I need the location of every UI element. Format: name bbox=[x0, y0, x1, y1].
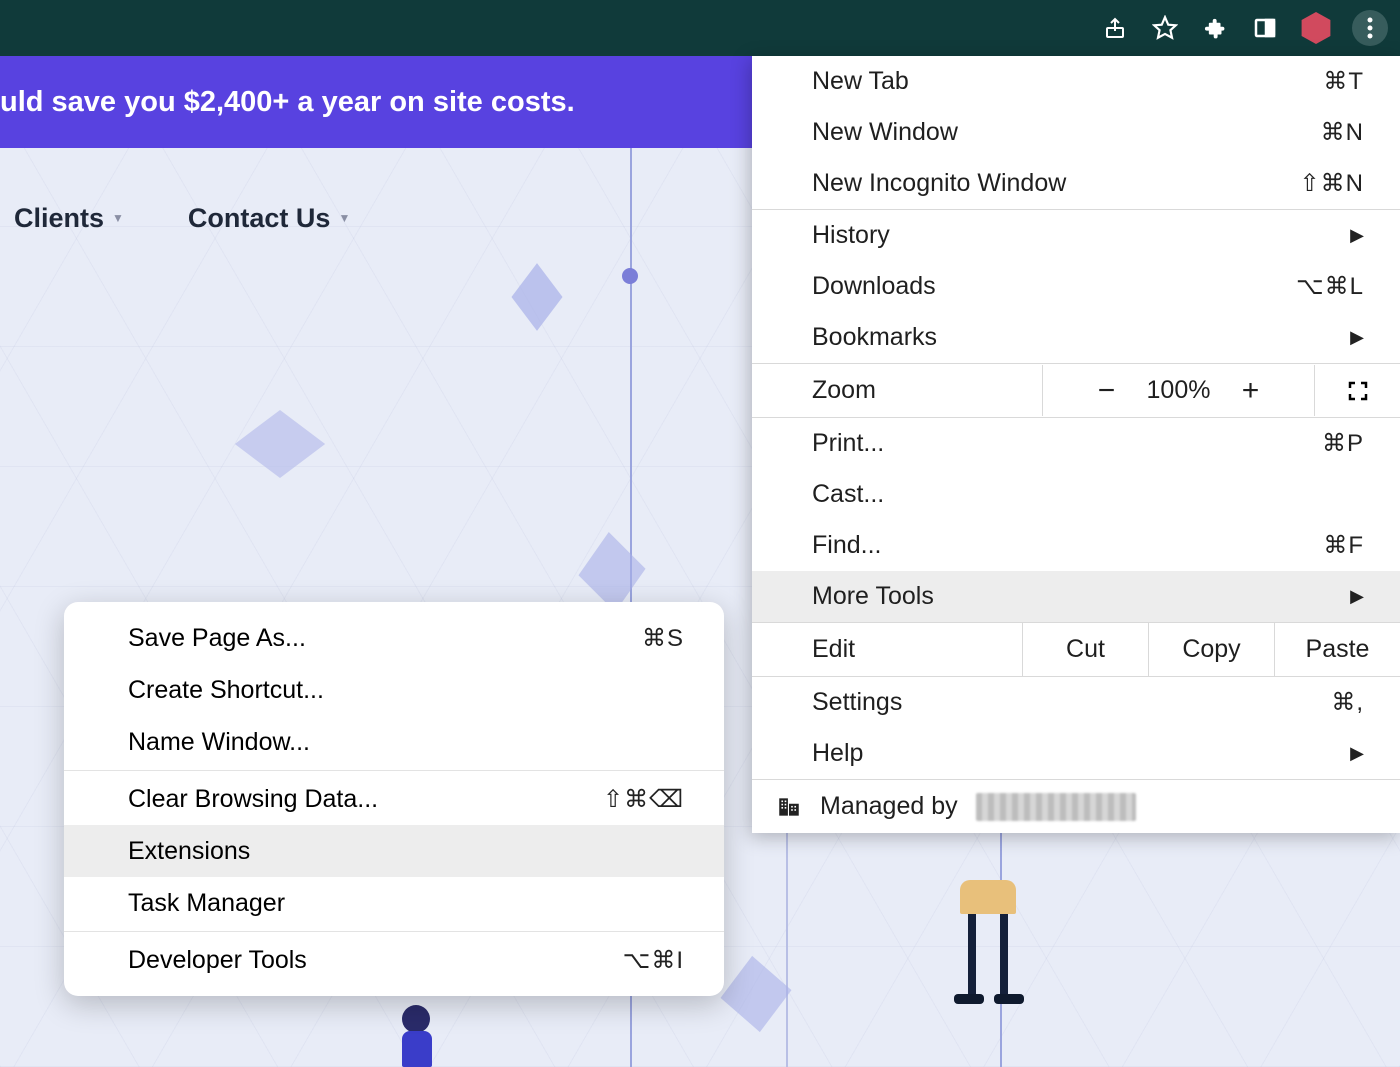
shortcut-label: ⌘, bbox=[1331, 688, 1364, 717]
chevron-right-icon: ▶ bbox=[1350, 225, 1364, 246]
managed-by-row[interactable]: Managed by bbox=[752, 780, 1400, 833]
menu-label: Clear Browsing Data... bbox=[128, 785, 378, 814]
nav-contact-label: Contact Us bbox=[188, 203, 331, 234]
edit-cut-button[interactable]: Cut bbox=[1022, 623, 1148, 676]
menu-cast[interactable]: Cast... bbox=[752, 469, 1400, 520]
shortcut-label: ⌘T bbox=[1323, 67, 1364, 96]
menu-new-tab[interactable]: New Tab ⌘T bbox=[752, 56, 1400, 107]
menu-label: Save Page As... bbox=[128, 624, 306, 653]
building-icon bbox=[776, 794, 802, 820]
shortcut-label: ⌥⌘I bbox=[623, 946, 684, 975]
menu-new-window[interactable]: New Window ⌘N bbox=[752, 107, 1400, 158]
shortcut-label: ⌥⌘L bbox=[1296, 272, 1364, 301]
edit-copy-button[interactable]: Copy bbox=[1148, 623, 1274, 676]
chevron-down-icon: ▼ bbox=[112, 211, 124, 225]
menu-label: Downloads bbox=[812, 272, 936, 301]
profile-avatar[interactable] bbox=[1300, 12, 1332, 44]
menu-history[interactable]: History ▶ bbox=[752, 210, 1400, 261]
submenu-save-page[interactable]: Save Page As... ⌘S bbox=[64, 612, 724, 664]
menu-label: Task Manager bbox=[128, 889, 285, 918]
menu-label: Help bbox=[812, 739, 863, 768]
menu-label: More Tools bbox=[812, 582, 934, 611]
submenu-task-manager[interactable]: Task Manager bbox=[64, 877, 724, 929]
chevron-right-icon: ▶ bbox=[1350, 743, 1364, 764]
extensions-puzzle-icon[interactable] bbox=[1200, 13, 1230, 43]
fullscreen-button[interactable] bbox=[1314, 365, 1400, 416]
chrome-main-menu: New Tab ⌘T New Window ⌘N New Incognito W… bbox=[752, 56, 1400, 833]
nav-clients[interactable]: Clients ▼ bbox=[14, 203, 124, 234]
menu-label: Developer Tools bbox=[128, 946, 307, 975]
promo-text: uld save you $2,400+ a year on site cost… bbox=[0, 86, 575, 119]
menu-edit-row: Edit Cut Copy Paste bbox=[752, 622, 1400, 677]
menu-print[interactable]: Print... ⌘P bbox=[752, 418, 1400, 469]
edit-label: Edit bbox=[752, 623, 1022, 676]
menu-new-incognito[interactable]: New Incognito Window ⇧⌘N bbox=[752, 158, 1400, 209]
menu-label: New Window bbox=[812, 118, 958, 147]
zoom-out-button[interactable]: − bbox=[1087, 374, 1127, 408]
share-icon[interactable] bbox=[1100, 13, 1130, 43]
shortcut-label: ⌘N bbox=[1321, 118, 1364, 147]
menu-zoom-row: Zoom − 100% + bbox=[752, 363, 1400, 418]
chevron-right-icon: ▶ bbox=[1350, 327, 1364, 348]
menu-settings[interactable]: Settings ⌘, bbox=[752, 677, 1400, 728]
bookmark-star-icon[interactable] bbox=[1150, 13, 1180, 43]
shortcut-label: ⇧⌘N bbox=[1300, 169, 1364, 198]
shortcut-label: ⇧⌘⌫ bbox=[603, 785, 684, 814]
menu-label: Extensions bbox=[128, 837, 250, 866]
illustration-person bbox=[402, 1005, 432, 1067]
menu-label: Print... bbox=[812, 429, 884, 458]
chevron-right-icon: ▶ bbox=[1350, 586, 1364, 607]
menu-label: Bookmarks bbox=[812, 323, 937, 352]
menu-label: Create Shortcut... bbox=[128, 676, 324, 705]
shortcut-label: ⌘S bbox=[642, 624, 684, 653]
submenu-developer-tools[interactable]: Developer Tools ⌥⌘I bbox=[64, 934, 724, 986]
menu-help[interactable]: Help ▶ bbox=[752, 728, 1400, 779]
more-tools-submenu: Save Page As... ⌘S Create Shortcut... Na… bbox=[64, 602, 724, 996]
submenu-create-shortcut[interactable]: Create Shortcut... bbox=[64, 664, 724, 716]
zoom-label: Zoom bbox=[752, 364, 1042, 417]
side-panel-icon[interactable] bbox=[1250, 13, 1280, 43]
zoom-in-button[interactable]: + bbox=[1230, 374, 1270, 408]
menu-bookmarks[interactable]: Bookmarks ▶ bbox=[752, 312, 1400, 363]
shortcut-label: ⌘P bbox=[1322, 429, 1364, 458]
managed-prefix: Managed by bbox=[820, 792, 958, 821]
submenu-clear-browsing-data[interactable]: Clear Browsing Data... ⇧⌘⌫ bbox=[64, 773, 724, 825]
menu-downloads[interactable]: Downloads ⌥⌘L bbox=[752, 261, 1400, 312]
submenu-name-window[interactable]: Name Window... bbox=[64, 716, 724, 768]
menu-label: Settings bbox=[812, 688, 902, 717]
chrome-menu-button[interactable] bbox=[1352, 10, 1388, 46]
menu-label: New Tab bbox=[812, 67, 909, 96]
chevron-down-icon: ▼ bbox=[338, 211, 350, 225]
submenu-extensions[interactable]: Extensions bbox=[64, 825, 724, 877]
illustration-person-legs bbox=[960, 880, 1030, 1004]
edit-paste-button[interactable]: Paste bbox=[1274, 623, 1400, 676]
menu-label: Find... bbox=[812, 531, 881, 560]
managed-org-redacted bbox=[976, 793, 1136, 821]
nav-contact-us[interactable]: Contact Us ▼ bbox=[188, 203, 350, 234]
menu-label: Cast... bbox=[812, 480, 884, 509]
nav-clients-label: Clients bbox=[14, 203, 104, 234]
menu-label: New Incognito Window bbox=[812, 169, 1066, 198]
menu-find[interactable]: Find... ⌘F bbox=[752, 520, 1400, 571]
menu-label: Name Window... bbox=[128, 728, 310, 757]
menu-more-tools[interactable]: More Tools ▶ bbox=[752, 571, 1400, 622]
zoom-value: 100% bbox=[1147, 376, 1211, 405]
shortcut-label: ⌘F bbox=[1323, 531, 1364, 560]
browser-toolbar bbox=[0, 0, 1400, 56]
menu-label: History bbox=[812, 221, 890, 250]
